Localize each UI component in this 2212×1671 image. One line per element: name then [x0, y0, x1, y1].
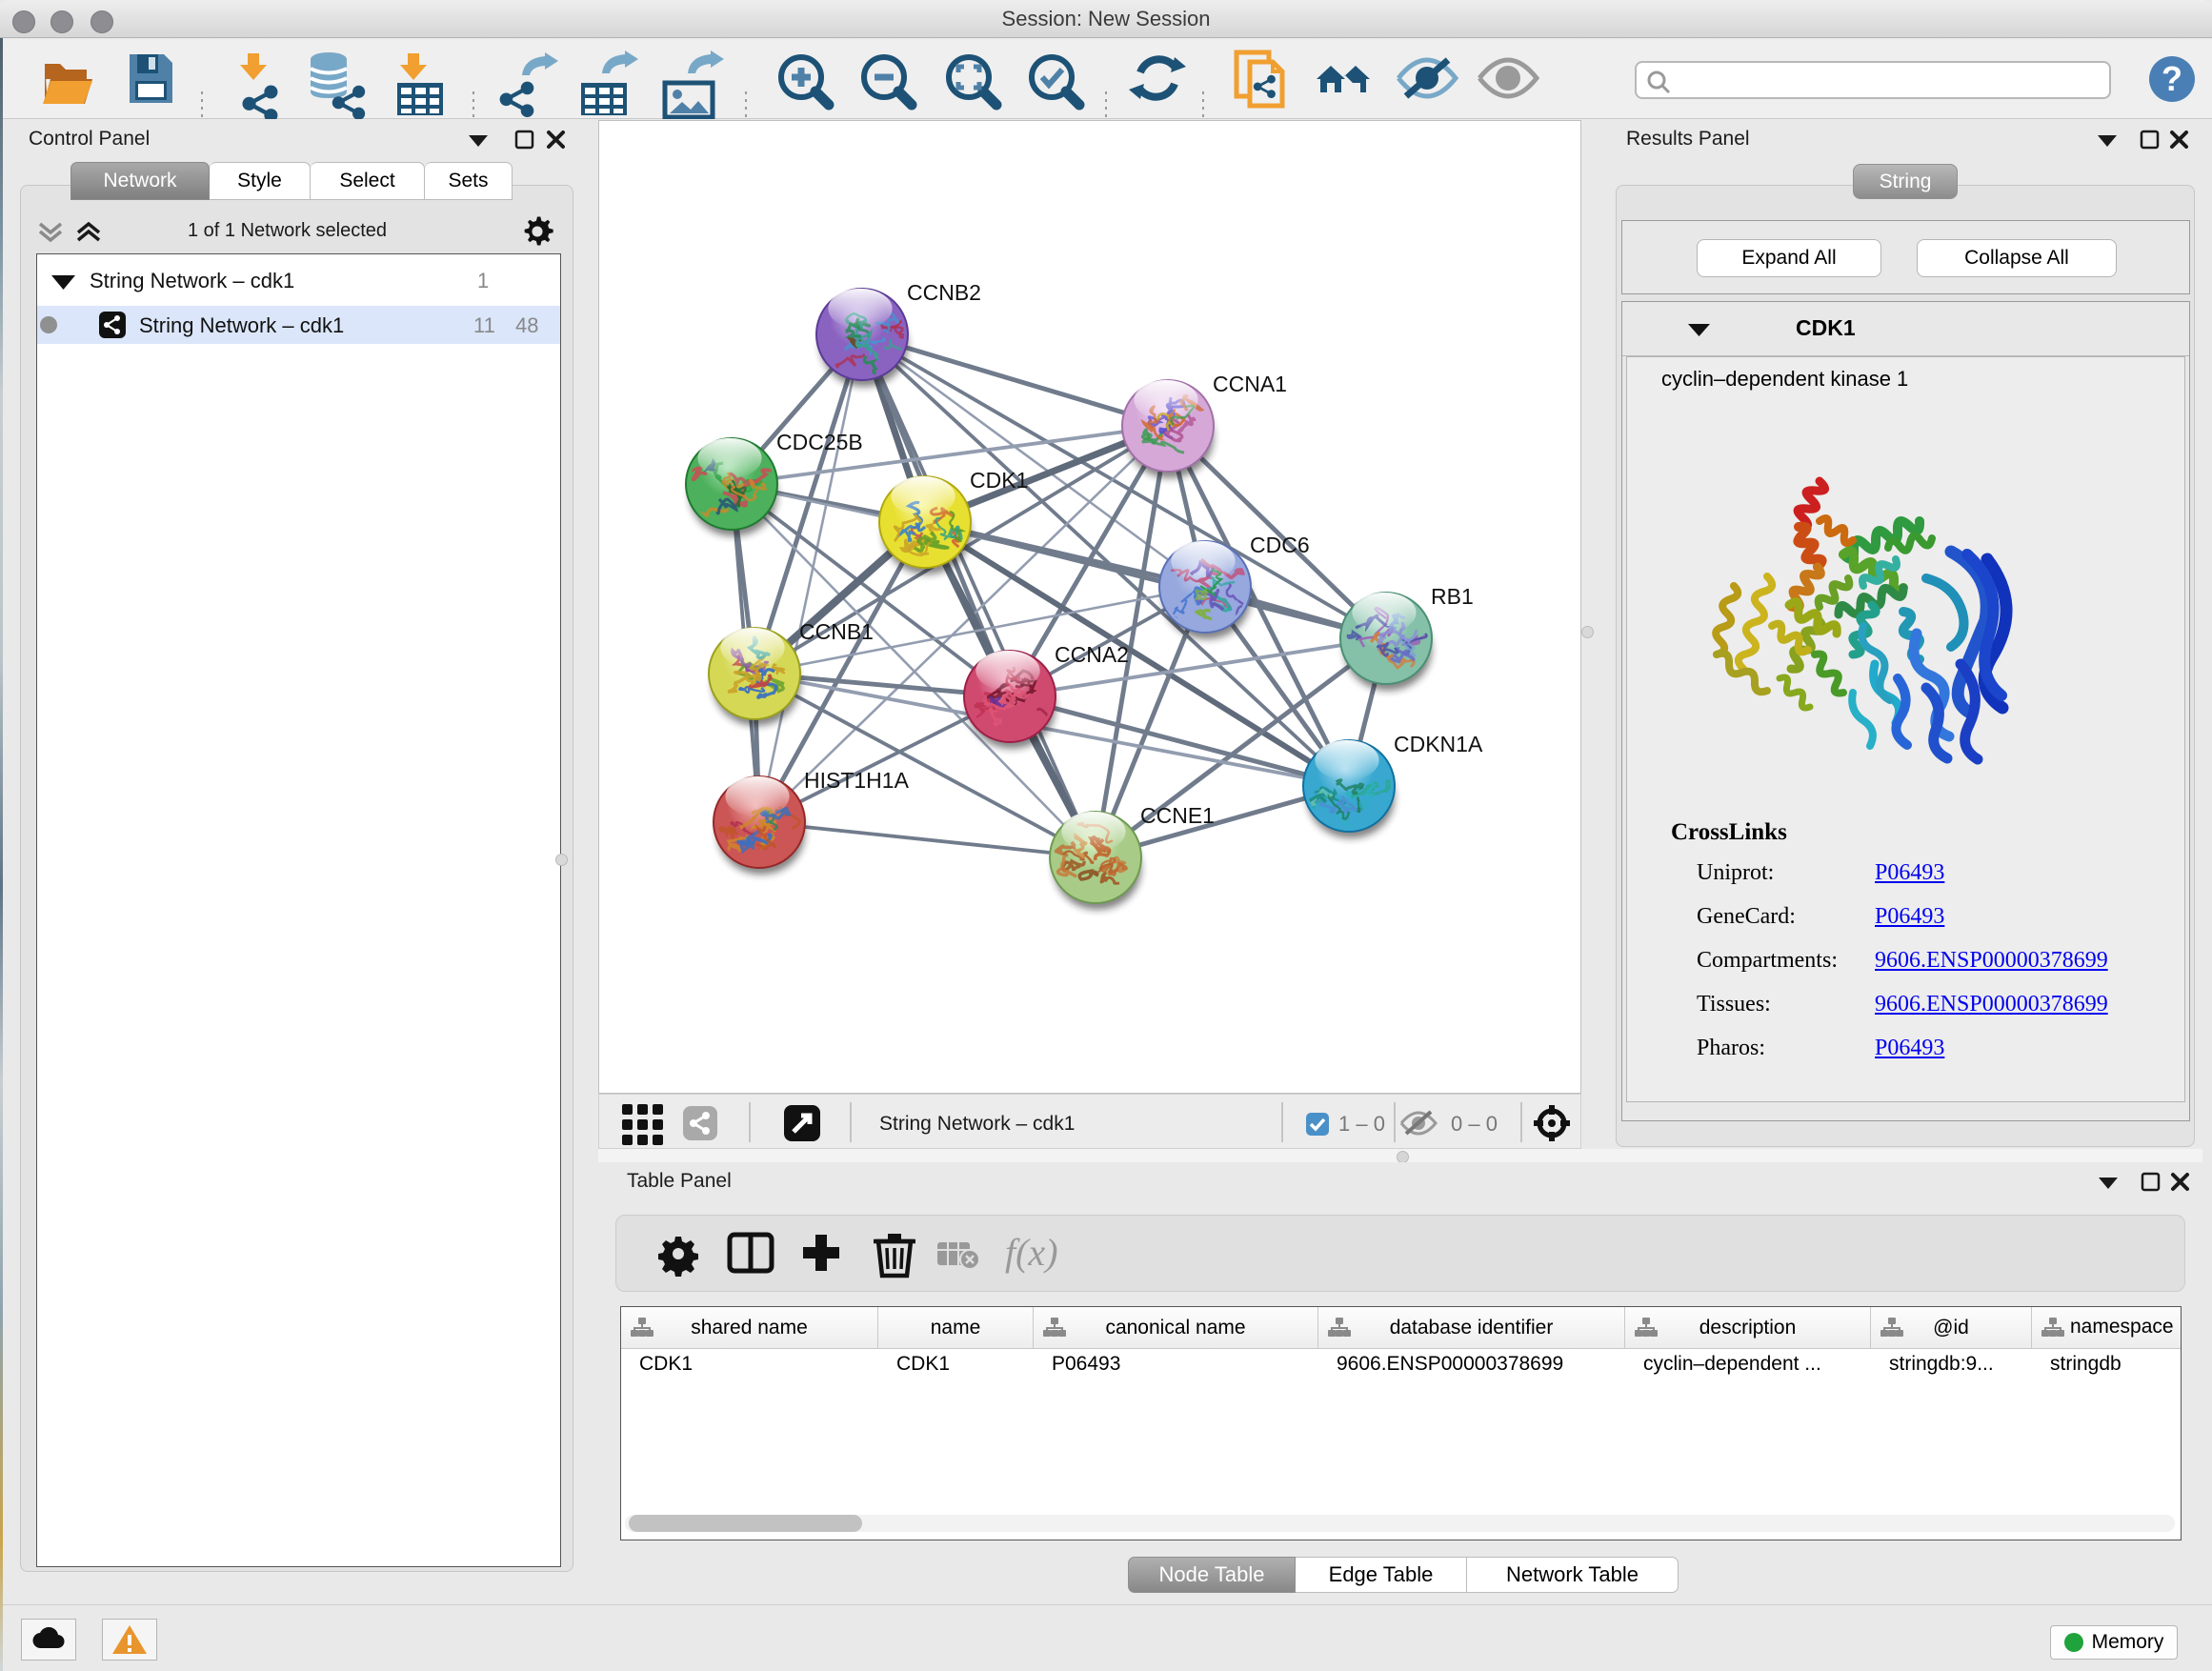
svg-text:String Network – cdk1: String Network – cdk1	[879, 1113, 1075, 1135]
svg-text:CCNE1: CCNE1	[1140, 803, 1215, 828]
svg-text:CCNA1: CCNA1	[1213, 372, 1287, 396]
svg-text:1 – 0: 1 – 0	[1338, 1112, 1385, 1136]
svg-text:CCNB2: CCNB2	[907, 280, 981, 305]
svg-text:?: ?	[2162, 59, 2182, 98]
svg-text:0 – 0: 0 – 0	[1451, 1112, 1498, 1136]
svg-text:RB1: RB1	[1431, 584, 1474, 609]
svg-text:CDK1: CDK1	[970, 468, 1028, 493]
svg-text:CCNB1: CCNB1	[799, 619, 874, 644]
svg-text:f(x): f(x)	[1005, 1231, 1058, 1274]
svg-text:CDC25B: CDC25B	[776, 430, 863, 454]
svg-text:CDC6: CDC6	[1250, 533, 1310, 557]
svg-text:HIST1H1A: HIST1H1A	[804, 768, 910, 793]
svg-text:CDKN1A: CDKN1A	[1394, 732, 1483, 756]
svg-text:CCNA2: CCNA2	[1055, 642, 1129, 667]
